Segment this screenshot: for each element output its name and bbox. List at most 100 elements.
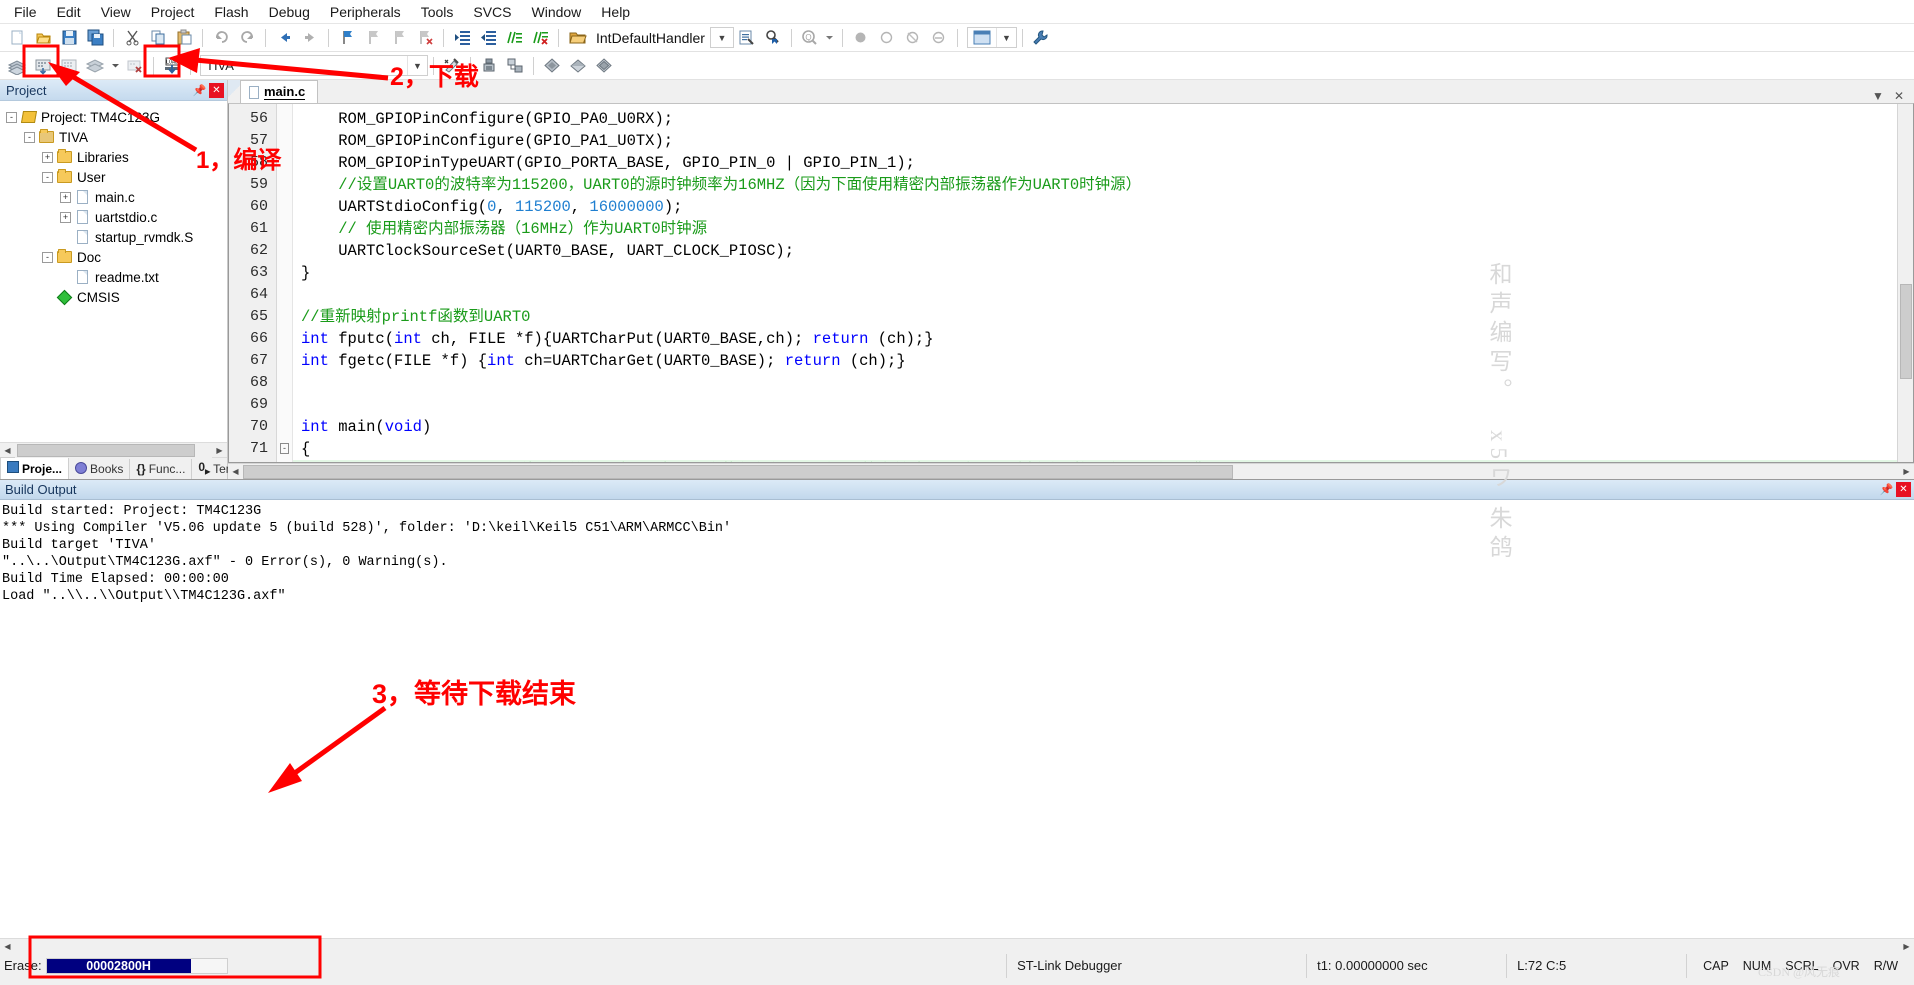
close-icon[interactable]: ✕ xyxy=(1894,89,1904,103)
tree-item[interactable]: startup_rvmdk.S xyxy=(0,227,227,247)
menu-item-debug[interactable]: Debug xyxy=(259,1,320,23)
translate-icon[interactable] xyxy=(4,54,30,78)
breakpoint-icon[interactable] xyxy=(848,26,874,50)
code-line[interactable]: int fputc(int ch, FILE *f){UARTCharPut(U… xyxy=(293,328,1913,350)
scroll-track[interactable] xyxy=(15,442,212,458)
bookmark-next-icon[interactable] xyxy=(386,26,412,50)
scroll-left-button[interactable]: ◀ xyxy=(228,464,243,479)
comment-icon[interactable] xyxy=(501,26,527,50)
tree-expander[interactable]: - xyxy=(24,131,35,143)
project-panel-tabs[interactable]: Proje...Books{}Func...0▸Tem... xyxy=(0,457,253,479)
download-icon[interactable]: LOAD xyxy=(159,54,185,78)
tree-item[interactable]: - TIVA xyxy=(0,127,227,147)
close-icon[interactable]: ✕ xyxy=(1896,482,1911,497)
scroll-right-button[interactable]: ▶ xyxy=(212,442,227,458)
tree-expander[interactable]: + xyxy=(42,151,53,163)
tree-item[interactable]: CMSIS xyxy=(0,287,227,307)
stop-build-icon[interactable] xyxy=(122,54,148,78)
new-file-icon[interactable] xyxy=(4,26,30,50)
breakpoint-disabled-icon[interactable] xyxy=(874,26,900,50)
menu-item-flash[interactable]: Flash xyxy=(204,1,258,23)
save-all-icon[interactable] xyxy=(82,26,108,50)
scroll-left-button[interactable]: ◀ xyxy=(0,938,15,954)
build-output-text[interactable]: Build started: Project: TM4C123G *** Usin… xyxy=(0,500,1914,938)
menu-item-file[interactable]: File xyxy=(4,1,47,23)
manage-components-icon[interactable] xyxy=(476,54,502,78)
scroll-left-button[interactable]: ◀ xyxy=(0,442,15,458)
menu-item-view[interactable]: View xyxy=(91,1,141,23)
indent-icon[interactable] xyxy=(449,26,475,50)
tree-item[interactable]: + Libraries xyxy=(0,147,227,167)
tree-item[interactable]: + main.c xyxy=(0,187,227,207)
code-line[interactable]: //重新映射printf函数到UART0 xyxy=(293,306,1913,328)
handler-combo[interactable]: ▼ xyxy=(704,27,734,48)
chevron-down-icon[interactable]: ▼ xyxy=(407,56,427,75)
scroll-thumb[interactable] xyxy=(17,443,195,457)
tree-item[interactable]: + uartstdio.c xyxy=(0,207,227,227)
tree-item[interactable]: - Doc xyxy=(0,247,227,267)
code-line[interactable] xyxy=(293,394,1913,416)
undo-icon[interactable] xyxy=(208,26,234,50)
open-folder-icon[interactable] xyxy=(564,26,590,50)
breakpoint-kill-icon[interactable] xyxy=(900,26,926,50)
scroll-thumb[interactable] xyxy=(243,465,1233,479)
chevron-down-icon[interactable] xyxy=(823,26,837,50)
bookmark-toggle-icon[interactable] xyxy=(334,26,360,50)
build-output-hscrollbar[interactable]: ◀ ▶ xyxy=(0,938,1914,954)
book-icon[interactable] xyxy=(591,54,617,78)
code-line[interactable]: { xyxy=(293,438,1913,460)
project-tab-proje[interactable]: Proje... xyxy=(0,457,70,479)
tree-expander[interactable]: - xyxy=(42,171,53,183)
code-editor[interactable]: 56575859606162636465666768697071727374 -… xyxy=(228,103,1914,463)
multi-project-icon[interactable] xyxy=(502,54,528,78)
chevron-down-icon[interactable]: ▼ xyxy=(1872,89,1884,103)
menu-item-edit[interactable]: Edit xyxy=(47,1,91,23)
uncomment-icon[interactable] xyxy=(527,26,553,50)
editor-hscrollbar[interactable]: ◀ ▶ xyxy=(228,463,1914,479)
build-icon[interactable] xyxy=(30,54,56,78)
config-wizard-icon[interactable] xyxy=(565,54,591,78)
navigate-forward-icon[interactable] xyxy=(297,26,323,50)
editor-tab-main-c[interactable]: main.c xyxy=(240,80,319,103)
menu-item-peripherals[interactable]: Peripherals xyxy=(320,1,411,23)
tree-item[interactable]: - User xyxy=(0,167,227,187)
code-line[interactable]: int fgetc(FILE *f) {int ch=UARTCharGet(U… xyxy=(293,350,1913,372)
tree-expander[interactable]: + xyxy=(60,191,71,203)
tree-item[interactable]: readme.txt xyxy=(0,267,227,287)
tree-expander[interactable]: + xyxy=(60,211,71,223)
copy-icon[interactable] xyxy=(145,26,171,50)
rebuild-icon[interactable] xyxy=(56,54,82,78)
find-in-files-icon[interactable] xyxy=(760,26,786,50)
scroll-thumb[interactable] xyxy=(1900,284,1912,379)
breakpoint-enable-icon[interactable] xyxy=(926,26,952,50)
outdent-icon[interactable] xyxy=(475,26,501,50)
configure-wrench-icon[interactable] xyxy=(1028,26,1054,50)
fold-toggle-icon[interactable]: - xyxy=(277,438,292,460)
target-options-icon[interactable] xyxy=(439,54,465,78)
project-hscrollbar[interactable]: ◀ ▶ xyxy=(0,442,227,458)
chevron-down-icon[interactable]: ▼ xyxy=(995,28,1016,47)
window-layout-combo[interactable]: ▼ xyxy=(966,27,1017,48)
code-line[interactable]: UARTStdioConfig(0, 115200, 16000000); xyxy=(293,196,1913,218)
pin-icon[interactable]: 📌 xyxy=(1879,482,1894,497)
pin-icon[interactable]: 📌 xyxy=(192,83,207,98)
zoom-icon[interactable]: Q xyxy=(797,26,823,50)
open-file-icon[interactable] xyxy=(30,26,56,50)
editor-vscrollbar[interactable] xyxy=(1897,104,1913,462)
config-diamond-icon[interactable] xyxy=(539,54,565,78)
code-line[interactable]: UARTClockSourceSet(UART0_BASE, UART_CLOC… xyxy=(293,240,1913,262)
tree-expander[interactable]: - xyxy=(6,111,17,123)
code-line[interactable]: int main(void) xyxy=(293,416,1913,438)
code-line[interactable]: ROM_GPIOPinConfigure(GPIO_PA0_U0RX); xyxy=(293,108,1913,130)
save-icon[interactable] xyxy=(56,26,82,50)
tree-item[interactable]: - Project: TM4C123G xyxy=(0,107,227,127)
menu-item-tools[interactable]: Tools xyxy=(411,1,464,23)
menu-item-help[interactable]: Help xyxy=(591,1,640,23)
code-folding-margin[interactable]: - xyxy=(277,104,293,462)
redo-icon[interactable] xyxy=(234,26,260,50)
code-line[interactable]: ROM_FPUEnable();//使能浮点单元。这个函数必须在执行任何硬件浮点… xyxy=(293,460,1913,462)
menu-item-project[interactable]: Project xyxy=(141,1,205,23)
menu-item-window[interactable]: Window xyxy=(522,1,592,23)
paste-icon[interactable] xyxy=(171,26,197,50)
target-select[interactable]: TIVA ▼ xyxy=(200,55,428,76)
